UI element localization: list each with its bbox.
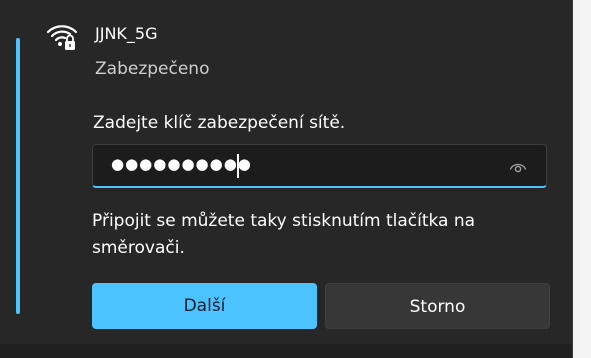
panel-bottom-edge [0,344,572,358]
security-key-input[interactable]: ●●●●●●●●●● [92,144,547,188]
wps-hint-text: Připojit se můžete taky stisknutím tlačí… [92,211,476,258]
network-security-status: Zabezpečeno [95,59,210,79]
cancel-button[interactable]: Storno [325,283,550,329]
eye-icon[interactable] [509,159,527,173]
wifi-secured-icon [46,20,78,52]
text-caret [237,154,239,178]
selection-accent-bar [16,38,20,314]
security-key-prompt: Zadejte klíč zabezpečení sítě. [93,113,346,133]
next-button[interactable]: Další [92,283,317,329]
password-masked-value: ●●●●●●●●●● [111,155,252,173]
network-ssid: JJNK_5G [95,24,158,43]
wifi-connect-panel: JJNK_5G Zabezpečeno Zadejte klíč zabezpe… [0,0,573,358]
